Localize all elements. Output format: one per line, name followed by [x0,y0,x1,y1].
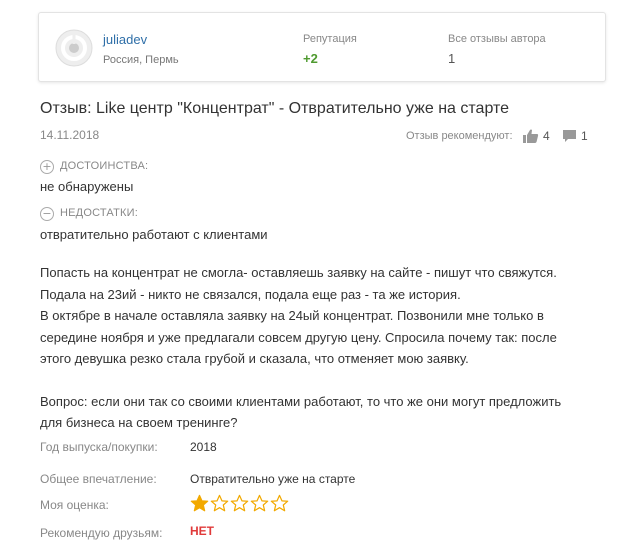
avatar[interactable] [55,29,93,67]
recommend-friends-value: НЕТ [190,524,214,538]
year-value: 2018 [190,440,217,454]
cons-text: отвратительно работают с клиентами [40,227,268,242]
author-location: Россия, Пермь [103,54,179,66]
comment-icon[interactable] [562,129,577,143]
recommend-friends-label: Рекомендую друзьям: [40,526,163,540]
review-body: Попасть на концентрат не смогла- оставля… [40,262,610,434]
body-line: для бизнеса на своем тренинге? [40,415,238,430]
minus-circle-icon: − [40,207,54,221]
thumbs-up-icon[interactable] [523,129,539,143]
impression-value: Отвратительно уже на старте [190,472,356,486]
body-line: середине ноября и уже предлагали совсем … [40,329,557,345]
reputation-value: +2 [303,51,318,66]
cons-label: НЕДОСТАТКИ: [60,207,138,219]
author-card: juliadev Россия, Пермь Репутация +2 Все … [38,12,606,82]
star-empty-icon [250,494,269,512]
body-line: Вопрос: если они так со своими клиентами… [40,393,562,409]
recommend-label: Отзыв рекомендуют: [406,130,513,142]
author-name-link[interactable]: juliadev [103,32,147,47]
star-empty-icon [210,494,229,512]
year-label: Год выпуска/покупки: [40,440,158,454]
rating-stars [190,494,289,513]
body-line: Попасть на концентрат не смогла- оставля… [40,265,557,280]
star-filled-icon [190,494,209,512]
pros-label: ДОСТОИНСТВА: [60,160,149,172]
body-line: этого девушка резко стала грубой и сказа… [40,351,469,366]
all-reviews-count-link[interactable]: 1 [448,51,455,66]
plus-circle-icon: + [40,160,54,174]
body-line: В октябре в начале оставляла заявку на 2… [40,308,544,323]
rating-label: Моя оценка: [40,498,109,512]
reputation-label: Репутация [303,33,357,45]
likes-count: 4 [543,129,550,143]
impression-label: Общее впечатление: [40,472,157,486]
all-reviews-label: Все отзывы автора [448,33,546,45]
review-title: Отзыв: Like центр "Концентрат" - Отврати… [40,100,510,117]
star-empty-icon [270,494,289,512]
review-date: 14.11.2018 [40,128,100,142]
body-line: Подала на 23ий - никто не связался, пода… [40,286,461,302]
star-empty-icon [230,494,249,512]
pros-text: не обнаружены [40,179,134,194]
comments-count: 1 [581,129,588,143]
